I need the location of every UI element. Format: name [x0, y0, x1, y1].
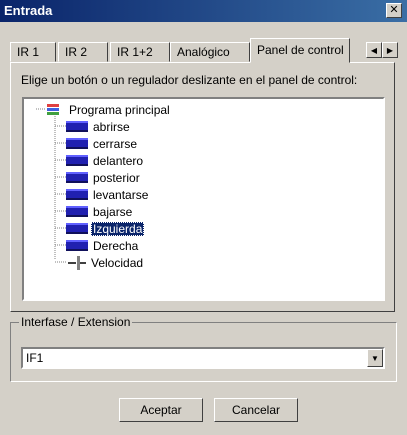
tree-item-label: Velocidad [91, 255, 144, 270]
tree-item-abrirse[interactable]: abrirse [66, 118, 132, 135]
tab-strip: IR 1 IR 2 IR 1+2 Analógico Panel de cont… [0, 38, 407, 63]
button-icon [66, 206, 88, 217]
tree-item-derecha[interactable]: Derecha [66, 237, 140, 254]
tree-item-label: Izquierda [91, 221, 145, 236]
button-icon [66, 223, 88, 234]
button-icon [66, 138, 88, 149]
tree-item-label: bajarse [93, 204, 133, 219]
cancel-button-label: Cancelar [231, 403, 281, 417]
tree-item-label: cerrarse [93, 136, 138, 151]
tab-label: IR 1 [17, 45, 40, 59]
button-icon [66, 121, 88, 132]
tree-item-cerrarse[interactable]: cerrarse [66, 135, 139, 152]
button-icon [66, 189, 88, 200]
tree-item-levantarse[interactable]: levantarse [66, 186, 150, 203]
tree-item-label: delantero [93, 153, 144, 168]
accept-button-label: Aceptar [140, 403, 182, 417]
program-icon [46, 103, 64, 117]
tree-item-bajarse[interactable]: bajarse [66, 203, 134, 220]
tab-label: Panel de control [257, 43, 344, 57]
slider-icon [68, 255, 86, 270]
cancel-button[interactable]: Cancelar [214, 398, 298, 422]
tab-scroll-right[interactable]: ▶ [382, 42, 398, 58]
tree-item-label: Derecha [93, 238, 139, 253]
tree-root-item[interactable]: Programa principal [46, 101, 172, 118]
button-icon [66, 155, 88, 166]
control-tree[interactable]: Programa principal abrirse cerrarse dela… [22, 97, 385, 301]
title-bar[interactable]: Entrada ✕ [0, 0, 407, 22]
accept-button[interactable]: Aceptar [119, 398, 203, 422]
button-icon [66, 240, 88, 251]
tab-label: Analógico [177, 45, 230, 59]
tab-label: IR 1+2 [117, 45, 153, 59]
tab-ir2[interactable]: IR 2 [58, 42, 108, 62]
tree-item-label: levantarse [93, 187, 149, 202]
tree-item-delantero[interactable]: delantero [66, 152, 145, 169]
close-icon: ✕ [389, 4, 399, 16]
tree-item-velocidad[interactable]: Velocidad [68, 254, 145, 271]
tree-item-izquierda[interactable]: Izquierda [66, 220, 145, 237]
tree-item-label: Programa principal [69, 102, 170, 117]
tree-item-label: abrirse [93, 119, 130, 134]
tab-analogico[interactable]: Analógico [170, 42, 250, 62]
interface-select[interactable]: IF1 ▼ [21, 347, 385, 369]
chevron-down-icon: ▼ [371, 353, 379, 363]
tree-item-posterior[interactable]: posterior [66, 169, 142, 186]
interface-group-legend: Interfase / Extension [19, 315, 133, 329]
instruction-text: Elige un botón o un regulador deslizante… [21, 73, 358, 87]
chevron-left-icon: ◀ [370, 45, 378, 55]
interface-select-value: IF1 [26, 351, 44, 365]
button-icon [66, 172, 88, 183]
close-button[interactable]: ✕ [386, 3, 402, 18]
tab-label: IR 2 [65, 45, 88, 59]
interface-group: Interfase / Extension IF1 ▼ [10, 315, 397, 382]
tree-item-label: posterior [93, 170, 140, 185]
tab-scroll-left[interactable]: ◀ [366, 42, 382, 58]
tab-panel-de-control[interactable]: Panel de control [250, 38, 350, 63]
input-dialog: Entrada ✕ IR 1 IR 2 IR 1+2 Analógico Pan… [0, 0, 407, 435]
tab-panel: Elige un botón o un regulador deslizante… [10, 62, 395, 312]
dropdown-button[interactable]: ▼ [367, 349, 383, 367]
window-title: Entrada [4, 3, 53, 18]
tab-ir1[interactable]: IR 1 [10, 42, 56, 62]
tab-ir12[interactable]: IR 1+2 [110, 42, 170, 62]
chevron-right-icon: ▶ [386, 45, 394, 55]
